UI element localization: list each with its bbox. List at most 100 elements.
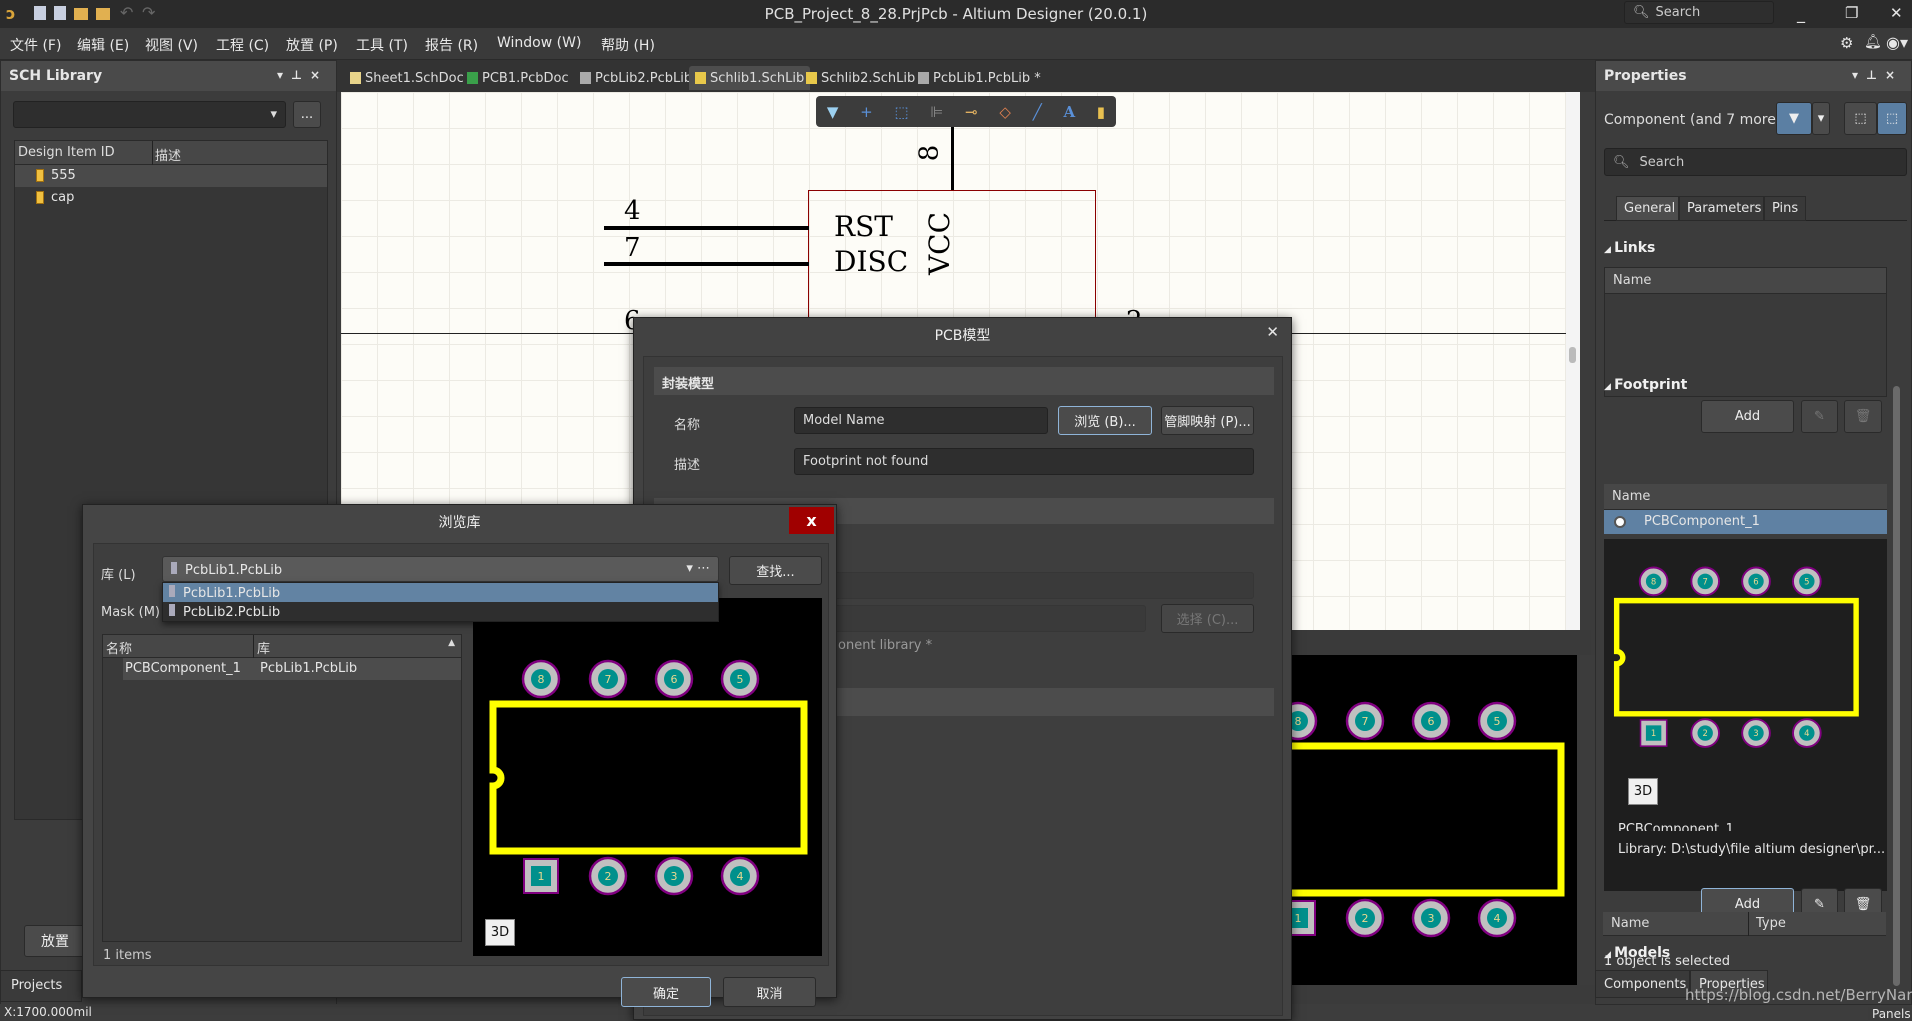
pad-4[interactable]: 4 <box>1477 898 1517 938</box>
pad-4[interactable]: 4 <box>720 856 760 896</box>
pad-4[interactable]: 4 <box>1792 718 1822 748</box>
library-name-input[interactable] <box>794 572 1254 599</box>
tab-sheet1-schdoc[interactable]: Sheet1.SchDoc <box>344 66 470 90</box>
pcb-3d-preview[interactable]: 8 7 6 5 1 2 3 4 <box>1287 655 1577 985</box>
pad-3[interactable]: 3 <box>1411 898 1451 938</box>
ieee-symbol-icon[interactable]: ◇ <box>999 103 1011 121</box>
pad-6[interactable]: 6 <box>654 659 694 699</box>
3d-view-button[interactable]: 3D <box>1628 778 1658 805</box>
menu-edit[interactable]: 编辑 (E) <box>77 35 129 55</box>
close-icon[interactable]: × <box>1885 68 1903 82</box>
select-button[interactable]: 选择 (C)... <box>1161 604 1254 633</box>
pad-5[interactable]: 5 <box>1477 701 1517 741</box>
pad-1[interactable]: 1 <box>1639 719 1668 747</box>
close-icon[interactable]: × <box>310 68 328 82</box>
pad-3[interactable]: 3 <box>654 856 694 896</box>
preview-scroll[interactable] <box>1580 655 1595 985</box>
menu-reports[interactable]: 报告 (R) <box>425 35 478 55</box>
sort-icon[interactable]: ▲ <box>448 638 455 648</box>
more-button[interactable]: ... <box>293 101 321 128</box>
pad-8[interactable]: 8 <box>521 659 561 699</box>
filter-dropdown[interactable]: ▾ <box>1812 102 1830 135</box>
user-icon[interactable]: ◉▾ <box>1886 33 1908 52</box>
footprint-preview[interactable]: 8 7 6 5 1 2 3 4 3D <box>473 598 822 956</box>
properties-scrollbar[interactable] <box>1893 386 1900 986</box>
pin-4-line[interactable] <box>604 226 809 230</box>
pad-5[interactable]: 5 <box>1792 566 1822 597</box>
find-button[interactable]: 查找... <box>729 556 822 585</box>
library-select[interactable]: PcbLib1.PcbLib ▾ ⋯ <box>162 556 719 582</box>
menu-place[interactable]: 放置 (P) <box>286 35 338 55</box>
pin-icon[interactable]: ⊥ <box>291 68 310 82</box>
column-description[interactable]: 描述 <box>155 145 181 164</box>
menu-window[interactable]: Window (W) <box>497 35 581 51</box>
add-link-button[interactable]: Add <box>1701 400 1794 433</box>
tab-pcblib2-pcblib[interactable]: PcbLib2.PcbLib <box>574 66 698 90</box>
pin-icon[interactable]: ⊥ <box>1866 68 1885 82</box>
column-name[interactable]: 名称 <box>106 638 132 657</box>
menu-project[interactable]: 工程 (C) <box>216 35 269 55</box>
text-icon[interactable]: A <box>1063 103 1075 121</box>
pad-8[interactable]: 8 <box>1638 566 1669 597</box>
menu-tools[interactable]: 工具 (T) <box>356 35 408 55</box>
library-filter-combo[interactable]: ▾ <box>13 101 286 128</box>
pad-2[interactable]: 2 <box>1345 898 1385 938</box>
tab-general[interactable]: General <box>1616 196 1679 221</box>
panel-menu-icon[interactable]: ▾ <box>277 68 291 82</box>
table-row[interactable]: PCBComponent_1 PcbLib1.PcbLib <box>123 658 461 680</box>
place-button[interactable]: 放置 <box>24 925 86 957</box>
tab-parameters[interactable]: Parameters <box>1679 196 1764 221</box>
filter-icon[interactable]: ▼ <box>827 103 839 121</box>
pad-7[interactable]: 7 <box>1345 701 1385 741</box>
select-rect-icon[interactable]: ⬚ <box>894 103 908 121</box>
model-name-input[interactable]: Model Name <box>794 407 1048 434</box>
collapse-icon[interactable]: ◢ <box>1604 382 1614 392</box>
edit-link-button[interactable]: ✎ <box>1801 400 1838 433</box>
pad-6[interactable]: 6 <box>1411 701 1451 741</box>
pad-5[interactable]: 5 <box>720 659 760 699</box>
tab-schlib1-schlib[interactable]: Schlib1.SchLib <box>689 66 811 90</box>
footprint-row[interactable]: PCBComponent_1 <box>1604 510 1887 534</box>
restore-button[interactable]: ❐ <box>1845 4 1858 22</box>
pad-2[interactable]: 2 <box>588 856 628 896</box>
align-icon[interactable]: ⊫ <box>930 103 943 121</box>
column-name[interactable]: Name <box>1604 484 1887 510</box>
tab-projects[interactable]: Projects <box>0 970 82 1002</box>
radio-selected-icon[interactable] <box>1614 515 1626 528</box>
delete-link-button[interactable]: 🗑︎ <box>1844 400 1882 433</box>
close-button[interactable]: ✕ <box>1266 323 1279 341</box>
properties-search[interactable]: 🔍︎ Search <box>1604 148 1907 176</box>
tab-components[interactable]: Components <box>1595 970 1690 998</box>
list-item[interactable]: cap <box>15 187 327 209</box>
column-library[interactable]: 库 <box>257 638 270 657</box>
column-design-item-id[interactable]: Design Item ID <box>18 145 115 160</box>
pad-1[interactable]: 1 <box>523 858 559 894</box>
cancel-button[interactable]: 取消 <box>723 977 816 1007</box>
dropdown-option[interactable]: PcbLib2.PcbLib <box>163 602 718 621</box>
close-button[interactable]: x <box>789 507 834 534</box>
description-input[interactable]: Footprint not found <box>794 448 1254 475</box>
component-icon[interactable]: ▮ <box>1097 103 1105 121</box>
menu-file[interactable]: 文件 (F) <box>10 35 61 55</box>
filter-button[interactable]: ▼ <box>1776 102 1812 135</box>
tab-pcb1-pcbdoc[interactable]: PCB1.PcbDoc <box>461 66 575 90</box>
gear-icon[interactable]: ⚙ <box>1840 34 1853 52</box>
collapse-icon[interactable]: ◢ <box>1604 245 1614 255</box>
panels-button[interactable]: Panels <box>1868 1007 1912 1021</box>
pad-7[interactable]: 7 <box>588 659 628 699</box>
pad-6[interactable]: 6 <box>1741 566 1771 597</box>
tab-pcblib1-pcblib-[interactable]: PcbLib1.PcbLib * <box>912 66 1047 90</box>
dropdown-option[interactable]: PcbLib1.PcbLib <box>163 583 718 602</box>
pad-3[interactable]: 3 <box>1741 718 1771 748</box>
panel-menu-icon[interactable]: ▾ <box>1852 68 1866 82</box>
pad-7[interactable]: 7 <box>1690 566 1721 597</box>
move-icon[interactable]: + <box>860 103 873 121</box>
select-inside-button[interactable]: ⬚ <box>1844 102 1877 135</box>
footprint-preview[interactable]: 8 7 6 5 1 2 3 4 3D PCBComponent_1 <box>1604 539 1887 831</box>
column-name[interactable]: Name <box>1611 916 1649 931</box>
global-search[interactable]: 🔍︎ Search <box>1624 1 1774 24</box>
list-item[interactable]: 555 <box>15 165 327 187</box>
vertical-scrollbar[interactable] <box>1566 92 1580 630</box>
bell-icon[interactable]: 🔔︎ <box>1864 34 1882 50</box>
pin-map-button[interactable]: 管脚映射 (P)... <box>1161 406 1254 435</box>
